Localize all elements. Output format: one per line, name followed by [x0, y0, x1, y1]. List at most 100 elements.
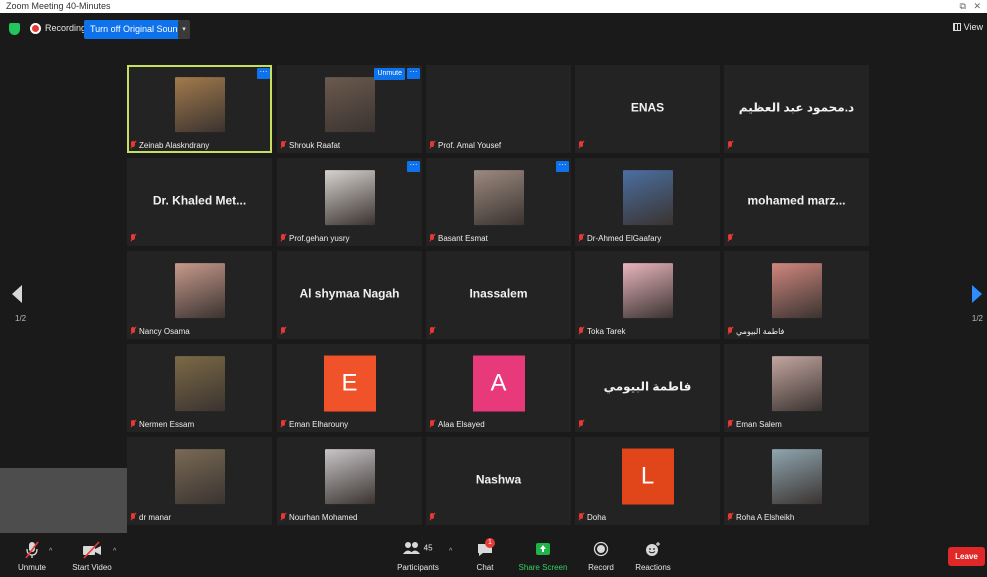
participants-count: 45	[423, 543, 433, 553]
unmute-button[interactable]: Unmute	[12, 533, 52, 577]
muted-mic-icon	[578, 327, 584, 335]
participant-tile[interactable]: Nermen Essam	[127, 344, 272, 432]
audio-options-caret[interactable]: ^	[49, 548, 52, 555]
participant-name-label: Basant Esmat	[429, 234, 488, 244]
muted-mic-icon	[429, 420, 435, 428]
unmute-participant-button[interactable]: Unmute	[374, 68, 405, 80]
participant-name-label	[429, 513, 438, 523]
background-strip	[0, 468, 127, 535]
recording-label: Recording	[45, 23, 87, 33]
participant-display-name: Dr. Khaled Met...	[152, 193, 247, 208]
participant-tile[interactable]: Nourhan Mohamed	[277, 437, 422, 525]
share-screen-icon	[535, 541, 551, 559]
more-options-icon[interactable]: ···	[407, 68, 420, 79]
participant-tile[interactable]: Dr. Khaled Met...	[127, 158, 272, 246]
participant-name-text: Shrouk Raafat	[289, 141, 341, 150]
participant-tile[interactable]: فاطمة البيومي	[724, 251, 869, 339]
participant-name-text: فاطمة البيومي	[736, 327, 785, 336]
chat-icon: 1	[477, 538, 495, 559]
participant-name-text: Nourhan Mohamed	[289, 513, 358, 522]
muted-mic-icon	[25, 541, 39, 559]
encryption-shield-icon[interactable]	[9, 23, 20, 35]
more-options-icon[interactable]: ···	[556, 161, 569, 172]
participant-tile[interactable]: Nancy Osama	[127, 251, 272, 339]
video-options-caret[interactable]: ^	[113, 548, 116, 555]
window-controls[interactable]: ⧉ ✕	[960, 0, 981, 12]
participant-tile[interactable]: Inassalem	[426, 251, 571, 339]
participant-name-text: Zeinab Alaskndrany	[139, 141, 210, 150]
window-titlebar: Zoom Meeting 40-Minutes ⧉ ✕	[0, 0, 987, 13]
recording-icon	[30, 23, 41, 34]
participant-tile[interactable]: د.محمود عبد العظيم	[724, 65, 869, 153]
participant-tile[interactable]: L Doha	[575, 437, 720, 525]
participant-photo	[174, 263, 225, 319]
leave-button[interactable]: Leave	[948, 547, 985, 566]
previous-page-arrow-icon[interactable]	[12, 285, 22, 303]
participant-tile[interactable]: Unmute ··· Shrouk Raafat	[277, 65, 422, 153]
reactions-label: Reactions	[635, 563, 671, 572]
original-sound-button[interactable]: Turn off Original Sound	[84, 20, 189, 39]
participant-tile[interactable]: Eman Salem	[724, 344, 869, 432]
participant-display-name: فاطمة البيومي	[603, 379, 692, 394]
participants-button[interactable]: 45 Participants	[393, 533, 443, 577]
participant-tile[interactable]: Prof. Amal Yousef	[426, 65, 571, 153]
participant-name-text: Prof. Amal Yousef	[438, 141, 502, 150]
unmute-label: Unmute	[17, 563, 46, 572]
share-screen-button[interactable]: Share Screen	[516, 533, 570, 577]
participant-tile[interactable]: Nashwa	[426, 437, 571, 525]
muted-mic-icon	[578, 234, 584, 242]
record-button[interactable]: Record	[585, 533, 617, 577]
reactions-button[interactable]: Reactions	[633, 533, 673, 577]
participant-photo	[622, 170, 673, 226]
view-button[interactable]: View	[952, 22, 983, 32]
muted-mic-icon	[280, 234, 286, 242]
participant-tile[interactable]: Roha A Elsheikh	[724, 437, 869, 525]
participant-name-label: Dr-Ahmed ElGaafary	[578, 234, 661, 244]
participant-tile[interactable]: mohamed marz...	[724, 158, 869, 246]
participant-tile[interactable]: A Alaa Elsayed	[426, 344, 571, 432]
start-video-button[interactable]: Start Video	[68, 533, 116, 577]
participant-tile[interactable]: Toka Tarek	[575, 251, 720, 339]
muted-mic-icon	[280, 141, 286, 149]
participant-name-text: Eman Salem	[736, 420, 782, 429]
participant-display-name: ENAS	[630, 100, 665, 115]
participant-tile[interactable]: ··· Basant Esmat	[426, 158, 571, 246]
chat-button[interactable]: 1 Chat	[470, 533, 500, 577]
start-video-label: Start Video	[72, 563, 112, 572]
participant-name-label: Doha	[578, 513, 606, 523]
participant-tile[interactable]: dr manar	[127, 437, 272, 525]
participant-tile[interactable]: Al shymaa Nagah	[277, 251, 422, 339]
participant-tile[interactable]: Dr-Ahmed ElGaafary	[575, 158, 720, 246]
meeting-toolbar: Unmute ^ Start Video ^ 45 Participants ^…	[0, 533, 987, 577]
more-options-icon[interactable]: ···	[257, 68, 270, 79]
participants-options-caret[interactable]: ^	[449, 548, 452, 555]
chat-badge: 1	[485, 538, 495, 548]
participant-name-label	[130, 234, 139, 244]
participant-tile[interactable]: فاطمة البيومي	[575, 344, 720, 432]
record-icon	[593, 541, 609, 559]
muted-mic-icon	[130, 141, 136, 149]
view-label: View	[963, 22, 983, 32]
next-page-arrow-icon[interactable]	[972, 285, 982, 303]
participant-tile[interactable]: ··· Prof.gehan yusry	[277, 158, 422, 246]
participant-tile[interactable]: E Eman Elharouny	[277, 344, 422, 432]
muted-mic-icon	[130, 420, 136, 428]
participant-name-label	[280, 327, 289, 337]
participant-tile[interactable]: ··· Zeinab Alaskndrany	[127, 65, 272, 153]
participant-name-text: Doha	[587, 513, 607, 522]
participant-display-name: Inassalem	[469, 286, 528, 301]
participant-display-name: د.محمود عبد العظيم	[738, 100, 855, 115]
original-sound-dropdown[interactable]: ▾	[178, 20, 190, 39]
participant-name-label: Prof. Amal Yousef	[429, 141, 501, 151]
participant-name-label: Eman Elharouny	[280, 420, 348, 430]
participants-icon: 45	[400, 541, 436, 559]
muted-mic-icon	[429, 234, 435, 242]
participant-display-name: mohamed marz...	[747, 193, 846, 208]
participant-tile[interactable]: ENAS	[575, 65, 720, 153]
grid-view-icon	[952, 23, 961, 31]
participant-name-text: dr manar	[139, 513, 172, 522]
participant-name-label	[429, 327, 438, 337]
participant-name-label: Shrouk Raafat	[280, 141, 340, 151]
video-off-icon	[82, 541, 102, 559]
more-options-icon[interactable]: ···	[407, 161, 420, 172]
